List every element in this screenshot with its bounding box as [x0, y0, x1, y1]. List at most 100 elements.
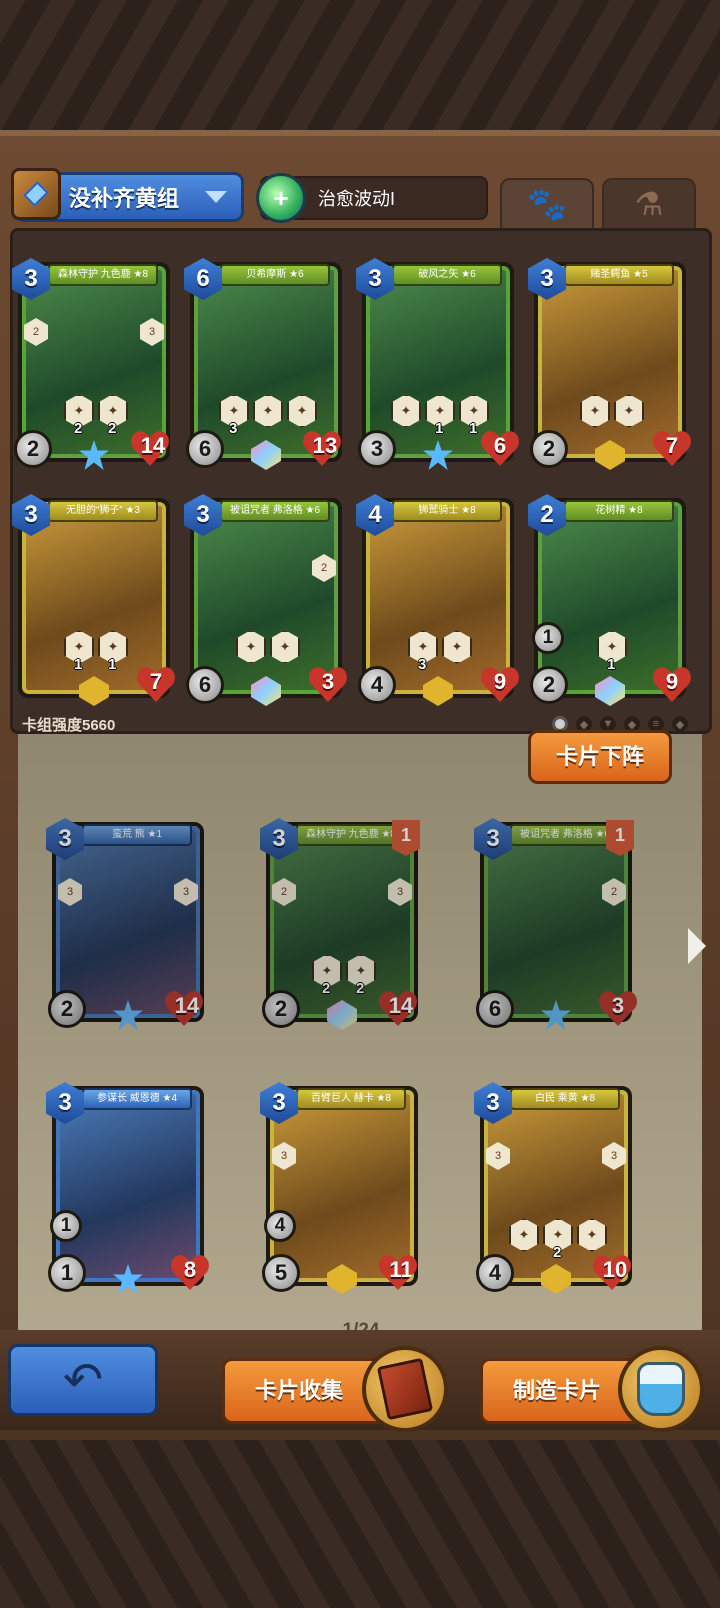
card-attack: 6 — [186, 430, 224, 468]
skill-value: 1 — [469, 420, 478, 437]
extra-stat-badge: 4 — [264, 1210, 296, 1242]
card-art — [26, 270, 162, 454]
deck-card[interactable]: 花树精 ★8 2 2 9 1 ✦ 1 — [528, 494, 686, 706]
card-frame — [270, 826, 414, 1018]
deck-book-icon — [11, 168, 61, 220]
deck-card[interactable]: 破风之矢 ★6 3 3 6 ✦ ✦ 1 ✦ 1 — [356, 258, 514, 470]
card-title: 参谋长 威恩德 ★4 — [82, 1088, 192, 1110]
card-title: 破风之矢 ★6 — [392, 264, 502, 286]
card-attack: 2 — [530, 666, 568, 704]
extra-stat-badge: 1 — [532, 622, 564, 654]
card-attack: 4 — [358, 666, 396, 704]
skill-value: 1 — [74, 656, 83, 673]
top-background — [0, 0, 720, 140]
card-frame — [366, 502, 510, 694]
card-attack: 5 — [262, 1254, 300, 1292]
back-button[interactable]: ↶ — [8, 1344, 158, 1416]
card-frame — [194, 502, 338, 694]
spell-name: 治愈波动I — [318, 189, 396, 209]
card-art — [274, 830, 410, 1014]
collection-card[interactable]: 蛮荒 熊 ★1 3 2 14 3 3 — [46, 818, 204, 1030]
card-art — [60, 1094, 196, 1278]
bottom-background — [0, 1440, 720, 1608]
skill-value: 1 — [108, 656, 117, 673]
spell-slot[interactable]: + 治愈波动I — [256, 173, 488, 223]
skill-value: 2 — [553, 1244, 562, 1261]
skill-value: 2 — [74, 420, 83, 437]
collection-card[interactable]: 参谋长 威恩德 ★4 3 1 8 1 — [46, 1082, 204, 1294]
collection-card[interactable]: 百臂巨人 赫卡 ★8 3 5 11 3 4 — [260, 1082, 418, 1294]
skill-value: 1 — [435, 420, 444, 437]
card-title: 贝希摩斯 ★6 — [220, 264, 330, 286]
card-attack: 1 — [48, 1254, 86, 1292]
skill-value: 3 — [418, 656, 427, 673]
deck-strength: 卡组强度5660 — [22, 717, 116, 734]
potion-icon: ⚗ — [634, 186, 664, 222]
paw-jar-icon[interactable] — [618, 1346, 704, 1432]
deck-card[interactable]: 狮鹫骑士 ★8 4 4 9 ✦ 3 ✦ — [356, 494, 514, 706]
card-title: 花树精 ★8 — [564, 500, 674, 522]
card-art — [370, 506, 506, 690]
collection-card[interactable]: 森林守护 九色鹿 ★8 3 2 14 2 3 1 ✦ 2 ✦ 2 — [260, 818, 420, 1030]
card-title: 狮鹫骑士 ★8 — [392, 500, 502, 522]
card-frame — [56, 826, 200, 1018]
chevron-down-icon — [205, 191, 227, 203]
back-arrow-icon: ↶ — [62, 1354, 104, 1407]
card-frame — [270, 1090, 414, 1282]
heal-wave-icon: + — [256, 173, 306, 223]
card-art — [26, 506, 162, 690]
card-frame — [56, 1090, 200, 1282]
card-attack: 6 — [186, 666, 224, 704]
card-attack: 2 — [262, 990, 300, 1028]
skill-value: 2 — [322, 980, 331, 997]
skill-value: 2 — [108, 420, 117, 437]
unequip-card-button[interactable]: 卡片下阵 — [528, 730, 672, 784]
paw-icon: 🐾 — [527, 186, 567, 222]
deck-card[interactable]: 森林守护 九色鹿 ★8 3 2 14 2 3 ✦ 2 ✦ 2 — [12, 258, 170, 470]
card-art — [488, 830, 624, 1014]
card-title: 无胆的“狮子” ★3 — [48, 500, 158, 522]
deck-card[interactable]: 赌圣鳄鱼 ★5 3 2 7 ✦ ✦ — [528, 258, 686, 470]
deck-name: 没补齐黄组 — [69, 186, 180, 211]
card-frame — [538, 266, 682, 458]
card-attack: 4 — [476, 1254, 514, 1292]
deck-selector[interactable]: 没补齐黄组 — [11, 168, 244, 222]
card-frame — [484, 826, 628, 1018]
card-title: 森林守护 九色鹿 ★8 — [48, 264, 158, 286]
card-art — [60, 830, 196, 1014]
tab-potions[interactable]: ⚗ — [602, 178, 696, 228]
filter-dot-5[interactable]: ◆ — [672, 716, 688, 732]
deck-card[interactable]: 无胆的“狮子” ★3 3 7 ✦ 1 ✦ 1 — [12, 494, 170, 706]
card-frame — [194, 266, 338, 458]
card-title: 百臂巨人 赫卡 ★8 — [296, 1088, 406, 1110]
card-title: 森林守护 九色鹿 ★8 — [296, 824, 406, 846]
card-attack: 2 — [14, 430, 52, 468]
collection-card[interactable]: 白民 乘黄 ★8 3 4 10 3 3 ✦ ✦ 2 ✦ — [474, 1082, 632, 1294]
count-flag: 1 — [392, 820, 420, 856]
card-title: 被诅咒者 弗洛格 ★6 — [220, 500, 330, 522]
card-attack: 2 — [530, 430, 568, 468]
deck-card[interactable]: 贝希摩斯 ★6 6 6 13 ✦ 3 ✦ ✦ — [184, 258, 342, 470]
card-title: 赌圣鳄鱼 ★5 — [564, 264, 674, 286]
card-frame — [22, 266, 166, 458]
extra-stat-badge: 1 — [50, 1210, 82, 1242]
card-attack: 6 — [476, 990, 514, 1028]
collection-card[interactable]: 被诅咒者 弗洛格 ★6 3 6 3 2 1 — [474, 818, 634, 1030]
deck-card[interactable]: 被诅咒者 弗洛格 ★6 3 6 3 2 ✦ ✦ — [184, 494, 342, 706]
card-title: 被诅咒者 弗洛格 ★6 — [510, 824, 620, 846]
card-attack: 3 — [358, 430, 396, 468]
card-art — [274, 1094, 410, 1278]
card-frame — [22, 502, 166, 694]
card-book-icon[interactable] — [362, 1346, 448, 1432]
card-title: 白民 乘黄 ★8 — [510, 1088, 620, 1110]
count-flag: 1 — [606, 820, 634, 856]
skill-value: 2 — [356, 980, 365, 997]
skill-value: 1 — [607, 656, 616, 673]
next-page-arrow-icon[interactable] — [688, 928, 706, 964]
card-attack: 2 — [48, 990, 86, 1028]
skill-value: 3 — [229, 420, 238, 437]
card-art — [198, 506, 334, 690]
tab-pets[interactable]: 🐾 — [500, 178, 594, 228]
card-title: 蛮荒 熊 ★1 — [82, 824, 192, 846]
card-art — [542, 270, 678, 454]
